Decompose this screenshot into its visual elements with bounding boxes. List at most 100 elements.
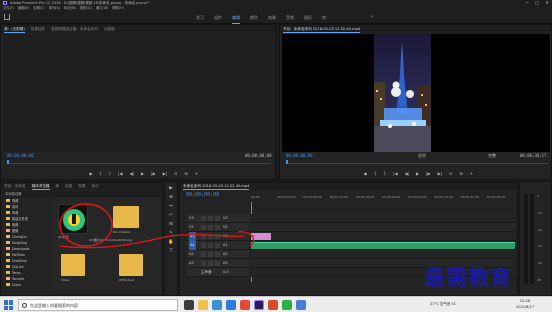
weather-widget[interactable]: 27°C 空气良 51	[430, 302, 456, 307]
app-icon[interactable]	[268, 300, 278, 310]
slip-tool-icon[interactable]: ⊟	[168, 222, 174, 228]
audio-clip-a1[interactable]	[251, 242, 515, 249]
start-button[interactable]	[4, 300, 14, 310]
step-back-button[interactable]: ◀|	[405, 170, 409, 177]
clock-date[interactable]: 2021/6/17	[516, 305, 534, 309]
tab-sequence[interactable]: 未命名序列 2018-05-03 12.52.40.mp4	[183, 182, 250, 190]
workspace-tab-assembly[interactable]: 组件	[214, 11, 222, 24]
app-icon[interactable]	[240, 300, 250, 310]
workspace-tab-audio[interactable]: 音频	[286, 11, 294, 24]
workspace-tab-learn[interactable]: 学习	[196, 11, 204, 24]
tab-markers[interactable]: 标记	[92, 182, 99, 190]
file-tile-jpg[interactable]: QQ图片20171122104530.jpg	[89, 238, 132, 246]
track-header-A3[interactable]: A3 A3	[187, 259, 249, 268]
mute-icon[interactable]	[215, 261, 220, 266]
step-forward-button[interactable]: |▶	[426, 170, 430, 177]
app-icon[interactable]	[226, 300, 236, 310]
selection-tool-icon[interactable]: ▶	[168, 186, 174, 192]
track-lane-V1[interactable]	[250, 232, 516, 241]
hand-tool-icon[interactable]: ✋	[168, 240, 174, 246]
lock-icon[interactable]	[201, 225, 206, 230]
track-lane-V2[interactable]	[250, 223, 516, 232]
program-video-area[interactable]	[282, 34, 550, 152]
sync-icon[interactable]	[208, 252, 213, 257]
timeline-ruler[interactable]: 00;00 00;00;04;00 00;00;08;00 00;00;12;00 00…	[251, 195, 513, 201]
track-lane-A2[interactable]	[250, 250, 516, 259]
track-source-patch[interactable]: A2	[189, 250, 194, 259]
task-view-icon[interactable]	[184, 300, 194, 310]
step-back-button[interactable]: ◀|	[130, 170, 134, 177]
lock-icon[interactable]	[201, 261, 206, 266]
track-header-V3[interactable]: V3 V3	[187, 214, 249, 223]
extract-button[interactable]: ⊞	[459, 170, 462, 177]
track-header-V2[interactable]: V2 V2	[187, 223, 249, 232]
mute-icon[interactable]	[215, 243, 220, 248]
pen-tool-icon[interactable]: ✎	[168, 231, 174, 237]
workspace-tab-editing[interactable]: 编辑	[232, 11, 240, 24]
program-fit-select[interactable]: 适合	[418, 153, 426, 159]
tab-source[interactable]: 源：(无剪辑)	[4, 25, 25, 33]
mark-out-button[interactable]: }	[384, 170, 387, 177]
lock-icon[interactable]	[201, 234, 206, 239]
tab-program[interactable]: 节目：未命名序列 2018-05-03 12.52.40.mp4	[283, 25, 361, 33]
razor-tool-icon[interactable]: ✂	[168, 213, 174, 219]
workspace-tab-effects[interactable]: 效果	[268, 11, 276, 24]
source-video-area[interactable]	[3, 34, 273, 152]
lock-icon[interactable]	[201, 252, 206, 257]
clock-time[interactable]: 22:08	[520, 299, 530, 303]
tab-metadata[interactable]: 元数据	[104, 25, 115, 33]
track-source-patch[interactable]: V3	[189, 214, 194, 223]
add-marker-button[interactable]: ◆	[364, 170, 367, 177]
source-playhead[interactable]	[7, 160, 9, 164]
overwrite-button[interactable]: ⊞	[184, 170, 187, 177]
tab-effect-controls[interactable]: 效果控件	[31, 25, 45, 33]
lock-icon[interactable]	[201, 216, 206, 221]
mark-out-button[interactable]: }	[109, 170, 112, 177]
workspace-tab-libraries[interactable]: 库	[322, 11, 326, 24]
program-playhead[interactable]	[286, 160, 288, 164]
mute-icon[interactable]	[215, 252, 220, 257]
file-tile-video[interactable]: Video	[61, 254, 85, 282]
track-source-patch[interactable]: V1	[189, 232, 196, 241]
lift-button[interactable]: ⊡	[449, 170, 452, 177]
go-to-in-button[interactable]: |◀	[118, 170, 122, 177]
track-source-patch[interactable]: A1	[189, 241, 196, 250]
sync-icon[interactable]	[208, 243, 213, 248]
taskbar-search-box[interactable]: 在这里输入你要搜索的内容	[18, 299, 178, 311]
premiere-taskbar-icon[interactable]	[254, 300, 264, 310]
play-button[interactable]: ▶	[141, 170, 144, 177]
timeline-timecode[interactable]: 00;00;00;00	[186, 192, 219, 198]
app-icon[interactable]	[282, 300, 292, 310]
track-header-主声道[interactable]: 主声道 0.0	[187, 268, 249, 277]
program-timeline-ruler[interactable]	[286, 160, 548, 164]
tab-audio-clip-mixer[interactable]: 音频剪辑混合器：未命名序列	[51, 25, 98, 33]
program-timecode[interactable]: 00;00;00;00	[286, 153, 313, 158]
ripple-edit-tool-icon[interactable]: ↔	[168, 204, 174, 210]
source-timecode[interactable]: 00;00;00;00	[7, 153, 34, 158]
track-source-patch[interactable]: V2	[189, 223, 194, 232]
file-tile-qqmusic[interactable]: QQ音乐	[58, 204, 88, 239]
track-select-tool-icon[interactable]: ⊕	[168, 195, 174, 201]
track-lane-V3[interactable]	[250, 214, 516, 223]
sync-icon[interactable]	[208, 216, 213, 221]
eye-icon[interactable]	[215, 234, 220, 239]
app-icon[interactable]	[296, 300, 306, 310]
step-forward-button[interactable]: |▶	[151, 170, 155, 177]
track-header-A2[interactable]: A2 A2	[187, 250, 249, 259]
workspace-tab-graphics[interactable]: 图形	[304, 11, 312, 24]
edge-browser-icon[interactable]	[212, 300, 222, 310]
track-source-patch[interactable]: A3	[189, 259, 194, 268]
play-button[interactable]: ▶	[416, 170, 419, 177]
go-to-in-button[interactable]: |◀	[393, 170, 397, 177]
go-to-out-button[interactable]: ▶|	[163, 170, 167, 177]
sync-icon[interactable]	[208, 261, 213, 266]
eye-icon[interactable]	[215, 225, 220, 230]
go-to-out-button[interactable]: ▶|	[438, 170, 442, 177]
mark-in-button[interactable]: {	[374, 170, 377, 177]
button-editor-button[interactable]: +	[470, 170, 473, 177]
program-quality-select[interactable]: 完整	[488, 153, 496, 159]
tab-libraries[interactable]: 库	[56, 182, 60, 190]
source-timeline-ruler[interactable]	[7, 160, 271, 164]
tab-project[interactable]: 项目：未命名	[4, 182, 26, 190]
track-header-A1[interactable]: A1 A1	[187, 241, 249, 250]
